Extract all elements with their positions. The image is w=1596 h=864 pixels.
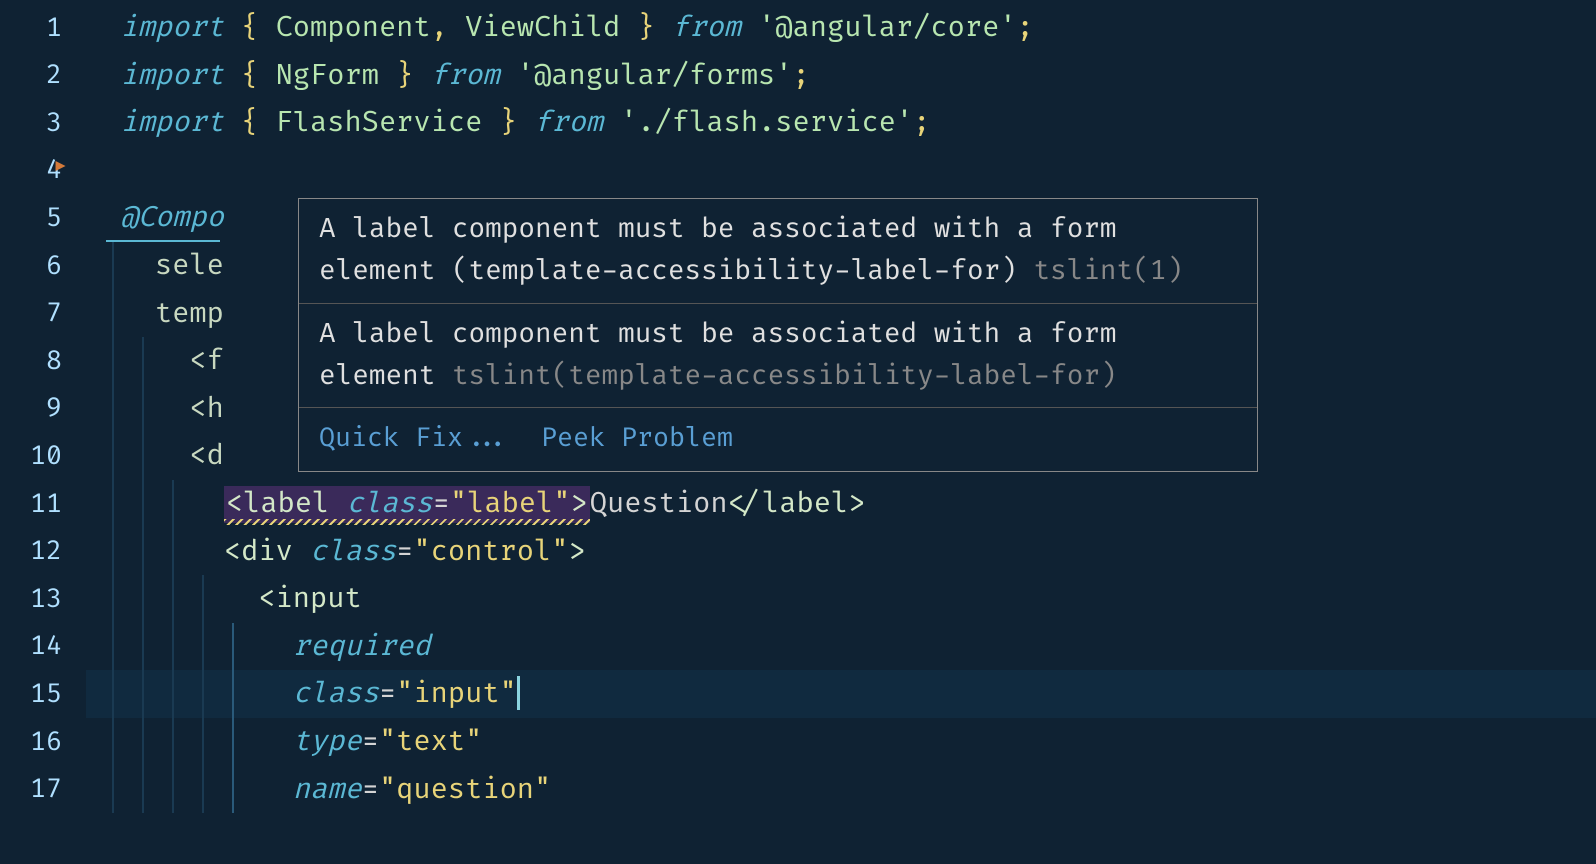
line-number[interactable]: 16 xyxy=(0,718,80,766)
code-line[interactable]: required xyxy=(86,623,1596,671)
line-number[interactable]: 17 xyxy=(0,766,80,814)
line-number[interactable]: 9 xyxy=(0,385,80,433)
line-number[interactable]: 6 xyxy=(0,242,80,290)
code-line[interactable]: import { FlashService } from './flash.se… xyxy=(86,99,1596,147)
line-number[interactable]: 4 xyxy=(0,147,80,195)
hover-message: A label component must be associated wit… xyxy=(299,199,1257,304)
text-cursor xyxy=(517,676,520,710)
hover-actions: Quick Fix... Peek Problem xyxy=(299,408,1257,470)
quick-fix-button[interactable]: Quick Fix... xyxy=(319,416,511,460)
lint-warning-highlight[interactable]: <label class="label"> xyxy=(224,486,590,523)
hover-message: A label component must be associated wit… xyxy=(299,304,1257,409)
decorator: @Compo xyxy=(120,200,223,235)
line-number[interactable]: 1 xyxy=(0,4,80,52)
code-line-current[interactable]: class="input" xyxy=(86,670,1596,718)
peek-problem-button[interactable]: Peek Problem xyxy=(541,416,733,460)
code-line[interactable]: import { Component, ViewChild } from '@a… xyxy=(86,4,1596,52)
line-number[interactable]: 13 xyxy=(0,575,80,623)
line-number[interactable]: 11 xyxy=(0,480,80,528)
line-number[interactable]: 2 xyxy=(0,52,80,100)
code-line[interactable]: <label class="label">Question</label> xyxy=(86,480,1596,528)
line-number[interactable]: 8 xyxy=(0,337,80,385)
code-line[interactable]: <div class="control"> xyxy=(86,528,1596,576)
line-number[interactable]: 14 xyxy=(0,623,80,671)
line-number[interactable]: 10 xyxy=(0,432,80,480)
warning-squiggle xyxy=(224,519,590,525)
code-line[interactable]: <input xyxy=(86,575,1596,623)
code-editor: 1 2 3 4 5 6 7 8 9 10 11 12 13 14 15 16 1… xyxy=(0,0,1596,864)
code-line[interactable] xyxy=(86,147,1596,195)
code-line[interactable]: import { NgForm } from '@angular/forms'; xyxy=(86,52,1596,100)
line-number[interactable]: 7 xyxy=(0,290,80,338)
line-number[interactable]: 12 xyxy=(0,528,80,576)
code-line[interactable]: type="text" xyxy=(86,718,1596,766)
fold-icon[interactable]: ▶ xyxy=(55,151,66,182)
keyword-import: import xyxy=(120,10,223,45)
code-content[interactable]: import { Component, ViewChild } from '@a… xyxy=(80,0,1596,864)
line-number[interactable]: 15 xyxy=(0,670,80,718)
line-number[interactable]: 5 xyxy=(0,194,80,242)
line-number-gutter: 1 2 3 4 5 6 7 8 9 10 11 12 13 14 15 16 1… xyxy=(0,0,80,864)
problem-hover-tooltip: A label component must be associated wit… xyxy=(298,198,1258,472)
code-line[interactable]: name="question" xyxy=(86,766,1596,814)
decorator-underline xyxy=(106,240,220,242)
line-number[interactable]: 3 xyxy=(0,99,80,147)
